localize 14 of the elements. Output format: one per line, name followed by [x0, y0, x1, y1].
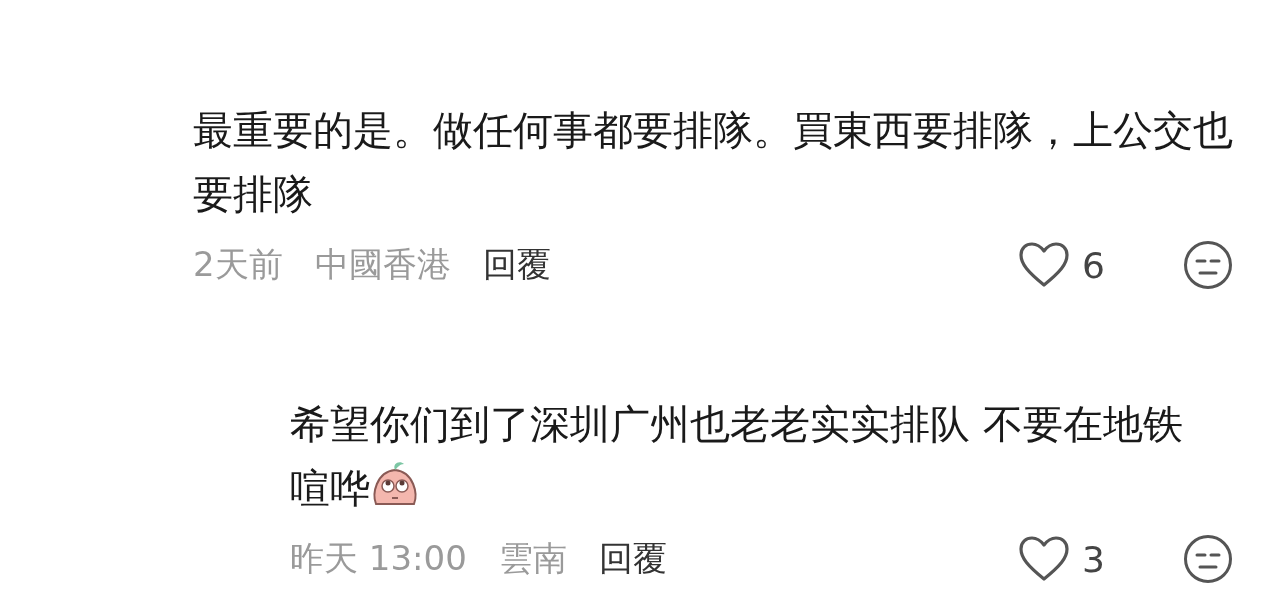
heart-icon [1018, 242, 1070, 288]
reply-button[interactable]: 回覆 [482, 242, 551, 288]
comment-time: 昨天 13:00 [290, 537, 467, 580]
like-button[interactable]: 3 [1018, 536, 1183, 582]
comment-location: 雲南 [498, 537, 567, 580]
comment-text: 希望你们到了深圳广州也老老实实排队 不要在地铁喧哗 [290, 400, 1184, 513]
like-button[interactable]: 6 [1018, 242, 1183, 288]
comment-time: 2天前 [193, 243, 283, 286]
neutral-face-icon[interactable] [1183, 534, 1233, 584]
heart-icon [1018, 536, 1070, 582]
reply-button[interactable]: 回覆 [598, 536, 667, 582]
comment-text: 最重要的是。做任何事都要排隊。買東西要排隊，上公交也要排隊 [193, 106, 1234, 219]
neutral-face-icon[interactable] [1183, 240, 1233, 290]
comment-location: 中國香港 [314, 243, 451, 286]
